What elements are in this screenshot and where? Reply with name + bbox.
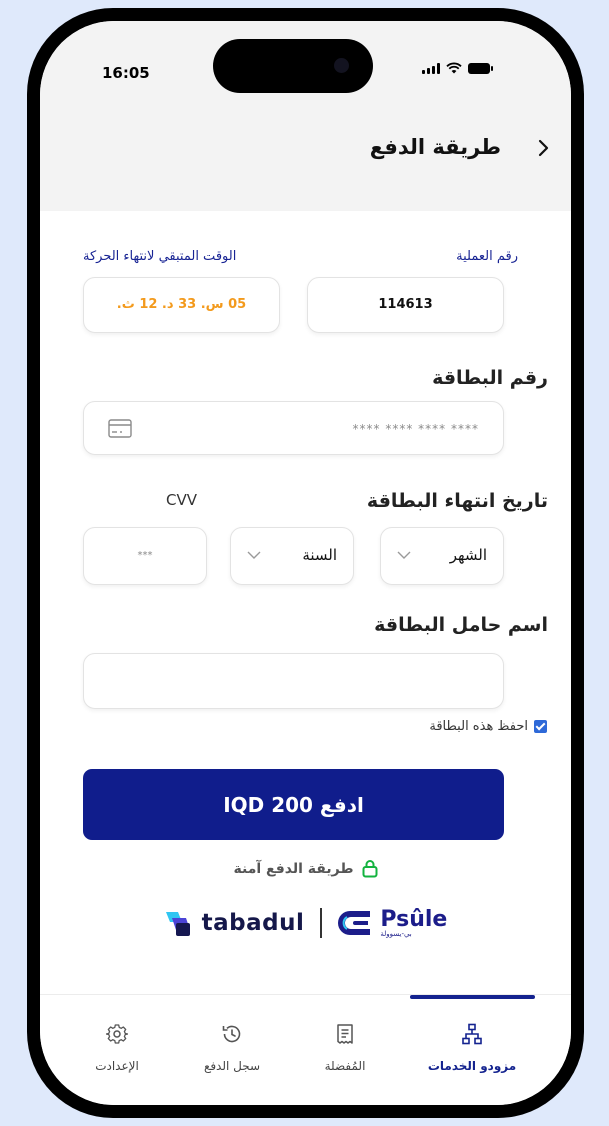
tab-service-providers[interactable]: مزودو الخدمات	[417, 1023, 527, 1073]
tab-label: الإعدادت	[95, 1059, 139, 1073]
card-number-input[interactable]: **** **** **** ****	[83, 401, 504, 455]
dynamic-island	[213, 39, 373, 93]
history-icon	[222, 1025, 241, 1043]
save-card-checkbox[interactable]	[534, 720, 547, 733]
tabadul-logo: tabadul	[164, 908, 305, 938]
signal-icon	[422, 62, 440, 74]
credit-card-icon	[108, 419, 132, 438]
remaining-time-label: الوقت المتبقي لانتهاء الحركة	[83, 249, 237, 264]
holder-name-label: اسم حامل البطاقة	[374, 614, 548, 636]
tab-payment-history[interactable]: سجل الدفع	[177, 1023, 287, 1073]
holder-name-input[interactable]	[83, 653, 504, 709]
psule-subtext: بي-يسوولة	[380, 929, 412, 938]
screen: 16:05 طريقة الدفع رقم العملية الوقت المت…	[40, 21, 571, 1105]
camera-icon	[334, 58, 349, 73]
bottom-tab-bar: مزودو الخدمات المُفضلة سجل الدفع الإعداد…	[40, 994, 571, 1105]
gear-icon	[105, 1024, 129, 1044]
transaction-number-box: 114613	[307, 277, 504, 333]
card-number-label: رقم البطاقة	[432, 367, 548, 389]
transaction-number-value: 114613	[378, 297, 433, 312]
chevron-down-icon	[397, 551, 411, 559]
tabadul-mark-icon	[165, 912, 190, 936]
back-chevron-icon[interactable]	[531, 136, 555, 160]
cvv-input[interactable]: ***	[83, 527, 207, 585]
status-time: 16:05	[102, 64, 150, 82]
month-value: الشهر	[449, 546, 487, 564]
status-icons	[422, 62, 493, 74]
tab-label: مزودو الخدمات	[427, 1059, 517, 1073]
wifi-icon	[446, 62, 462, 74]
psule-mark-icon	[338, 911, 371, 935]
remaining-time-value: 05 س. 33 د. 12 ث.	[116, 297, 247, 312]
tab-label: المُفضلة	[324, 1059, 366, 1073]
tab-settings[interactable]: الإعدادت	[62, 1023, 172, 1073]
remaining-time-box: 05 س. 33 د. 12 ث.	[83, 277, 280, 333]
tab-favorites[interactable]: المُفضلة	[290, 1023, 400, 1073]
battery-icon	[468, 62, 493, 74]
page-title: طريقة الدفع	[369, 135, 501, 159]
partner-logos: tabadul Psûle بي-يسوولة	[40, 907, 571, 939]
expiry-year-select[interactable]: السنة	[230, 527, 354, 585]
card-number-placeholder: **** **** **** ****	[352, 422, 479, 436]
expiry-month-select[interactable]: الشهر	[380, 527, 504, 585]
secure-payment-row: طريقة الدفع آمنة	[40, 859, 571, 878]
phone-frame: 16:05 طريقة الدفع رقم العملية الوقت المت…	[27, 8, 584, 1118]
cvv-placeholder: ***	[137, 550, 153, 561]
active-tab-indicator	[410, 995, 535, 999]
pay-button[interactable]: ادفع IQD 200	[83, 769, 504, 840]
sitemap-icon	[462, 1023, 482, 1045]
secure-payment-label: طريقة الدفع آمنة	[233, 860, 354, 877]
cvv-label: CVV	[166, 491, 197, 509]
tab-label: سجل الدفع	[203, 1059, 261, 1073]
transaction-number-label: رقم العملية	[456, 249, 518, 264]
save-card-row[interactable]: احفظ هذه البطاقة	[429, 719, 547, 734]
receipt-icon	[337, 1024, 353, 1044]
lock-icon	[362, 860, 378, 878]
expiry-label: تاريخ انتهاء البطاقة	[366, 490, 548, 512]
chevron-down-icon	[247, 551, 261, 559]
psule-text: Psûle	[380, 906, 448, 932]
psule-logo: Psûle بي-يسوولة	[338, 907, 447, 939]
year-value: السنة	[302, 546, 337, 564]
save-card-label: احفظ هذه البطاقة	[429, 719, 528, 734]
logo-divider	[320, 908, 323, 938]
tabadul-text: tabadul	[201, 910, 305, 936]
